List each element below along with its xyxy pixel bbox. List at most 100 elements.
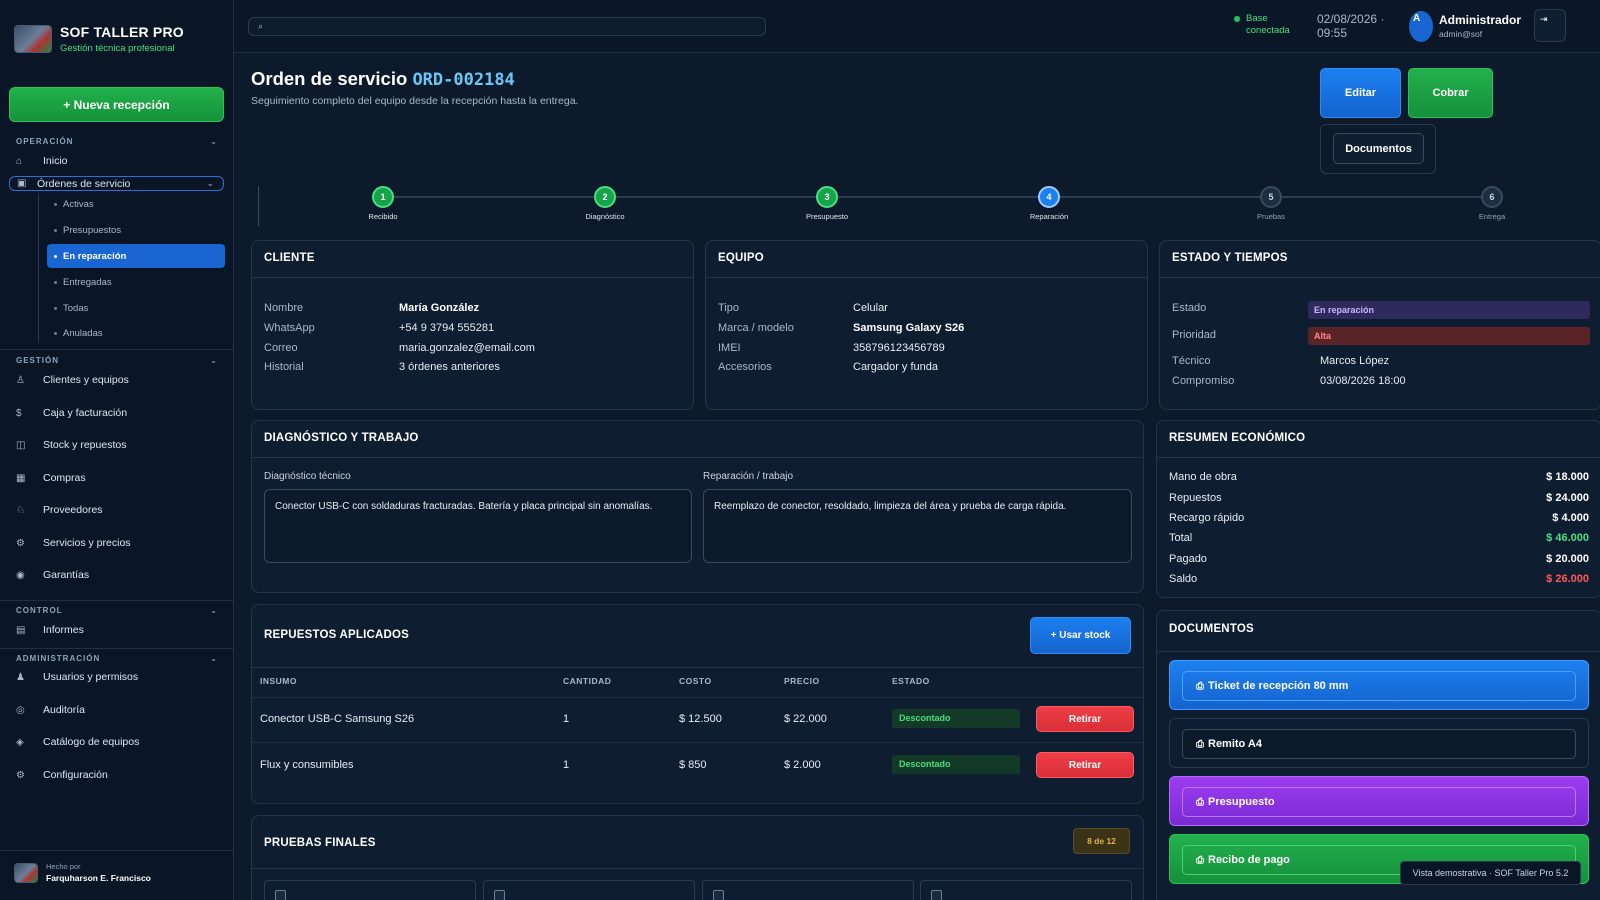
step-reparacion[interactable]: 4 Reparación — [1009, 186, 1089, 221]
dollar-icon: $ — [16, 407, 22, 419]
part-qty: 1 — [563, 759, 570, 771]
checkbox[interactable] — [931, 890, 942, 900]
sidebar-item-auditoria[interactable]: ◎ Auditoría — [16, 700, 224, 720]
edit-button[interactable]: Editar — [1320, 68, 1401, 118]
test-item[interactable] — [702, 880, 914, 900]
step-circle: 3 — [816, 186, 838, 208]
subnav-item-activas[interactable]: Activas — [47, 193, 225, 215]
card-title: REPUESTOS APLICADOS — [264, 629, 410, 641]
parts-card: REPUESTOS APLICADOS — [251, 604, 1144, 804]
step-entrega[interactable]: 6 Entrega — [1452, 186, 1532, 221]
budget-doc-button[interactable]: ⎙ Presupuesto — [1169, 776, 1589, 826]
remove-part-button[interactable]: Retirar — [1036, 752, 1134, 778]
sidebar-item-usuarios[interactable]: ♟ Usuarios y permisos — [16, 667, 224, 687]
subnav-item-anuladas[interactable]: Anuladas — [47, 322, 225, 344]
clipboard-icon: ▣ — [17, 178, 27, 189]
card-divider — [1157, 651, 1600, 652]
diagnostic-textarea[interactable]: Conector USB-C con soldaduras fracturada… — [264, 489, 692, 563]
checkbox[interactable] — [713, 890, 724, 900]
subnav-item-entregadas[interactable]: Entregadas — [47, 271, 225, 293]
step-presupuesto[interactable]: 3 Presupuesto — [787, 186, 867, 221]
user-icon: ♟ — [16, 671, 25, 683]
sidebar-item-label: Órdenes de servicio — [37, 177, 131, 190]
step-label: Reparación — [1029, 212, 1069, 221]
sidebar-item-label: Inicio — [43, 155, 68, 167]
step-circle: 2 — [594, 186, 616, 208]
money-label: Total — [1169, 532, 1193, 544]
progress-stepper: 1 Recibido 2 Diagnóstico 3 Presupuesto 4 Rep… — [258, 186, 1598, 226]
sidebar-item-stock[interactable]: ◫ Stock y repuestos — [16, 435, 224, 455]
remito-button[interactable]: ⎙ Remito A4 — [1169, 718, 1589, 768]
status-dot-icon — [1234, 16, 1240, 22]
section-label: ADMINISTRACIÓN — [16, 654, 101, 663]
test-item[interactable] — [483, 880, 695, 900]
doc-label: Recibo de pago — [1208, 854, 1290, 866]
user-info[interactable]: Administrador admin@sof — [1439, 13, 1521, 39]
step-pruebas[interactable]: 5 Pruebas — [1231, 186, 1311, 221]
subnav-label: En reparación — [63, 250, 127, 262]
sidebar-item-servicios[interactable]: ⚙ Servicios y precios — [16, 533, 224, 553]
sidebar-item-caja[interactable]: $ Caja y facturación — [16, 403, 224, 423]
client-whatsapp[interactable]: +54 9 3794 555281 — [399, 321, 494, 335]
section-operacion[interactable]: OPERACIÓN ⌄ — [16, 137, 218, 146]
total-value: $ 46.000 — [1546, 532, 1589, 544]
sidebar-item-proveedores[interactable]: ♘ Proveedores — [16, 500, 224, 520]
sidebar-item-ordenes[interactable]: ▣ Órdenes de servicio ⌄ — [9, 176, 224, 191]
avatar[interactable]: A — [1409, 11, 1433, 42]
test-item[interactable] — [920, 880, 1132, 900]
remove-part-button[interactable]: Retirar — [1036, 706, 1134, 732]
sidebar-item-label: Informes — [43, 624, 84, 636]
new-reception-button[interactable]: + Nueva recepción — [9, 87, 224, 122]
row-divider — [252, 697, 1143, 698]
sidebar-item-inicio[interactable]: ⌂ Inicio — [16, 151, 224, 171]
subnav-item-todas[interactable]: Todas — [47, 297, 225, 319]
sidebar-item-catalogo[interactable]: ◈ Catálogo de equipos — [16, 732, 224, 752]
kv-label: Prioridad — [1172, 329, 1217, 341]
sidebar-item-clientes[interactable]: ♙ Clientes y equipos — [16, 370, 224, 390]
use-stock-button[interactable]: + Usar stock — [1030, 617, 1131, 654]
doc-label: Remito A4 — [1208, 738, 1262, 750]
kv-label: Marca / modelo — [718, 322, 794, 334]
money-value: $ 18.000 — [1546, 471, 1589, 483]
users-icon: ♙ — [16, 374, 25, 386]
sidebar-item-label: Servicios y precios — [43, 537, 131, 549]
client-name: María González — [399, 302, 480, 314]
part-name: Flux y consumibles — [260, 759, 354, 771]
logout-icon[interactable]: ⇥ — [1534, 9, 1566, 42]
money-label: Saldo — [1169, 573, 1198, 585]
sidebar-item-label: Caja y facturación — [43, 407, 128, 419]
chevron-down-icon: ⌄ — [210, 606, 218, 615]
sidebar-item-label: Clientes y equipos — [43, 374, 129, 386]
subnav-item-presupuestos[interactable]: Presupuestos — [47, 219, 225, 241]
section-control[interactable]: CONTROL ⌄ — [16, 606, 218, 615]
chevron-down-icon: ⌄ — [210, 137, 218, 146]
sidebar-item-compras[interactable]: ▦ Compras — [16, 468, 224, 488]
documents-button[interactable]: Documentos — [1333, 133, 1424, 164]
checkbox[interactable] — [275, 890, 286, 900]
sidebar-item-garantias[interactable]: ◉ Garantías — [16, 565, 224, 585]
subnav-item-en-reparacion[interactable]: En reparación — [47, 244, 225, 268]
brand[interactable]: SOF TALLER PRO Gestión técnica profesion… — [14, 24, 184, 54]
kv-label: Nombre — [264, 302, 304, 314]
status-line: Base — [1246, 13, 1268, 24]
checkbox[interactable] — [494, 890, 505, 900]
pay-button[interactable]: Cobrar — [1408, 68, 1493, 118]
demo-toast: Vista demostrativa · SOF Taller Pro 5.2 — [1400, 861, 1581, 885]
reception-ticket-button[interactable]: ⎙ Ticket de recepción 80 mm — [1169, 660, 1589, 710]
order-code: ORD-002184 — [412, 70, 515, 90]
search-input[interactable]: ⌕ — [248, 17, 766, 36]
work-textarea[interactable]: Reemplazo de conector, resoldado, limpie… — [703, 489, 1132, 563]
step-recibido[interactable]: 1 Recibido — [343, 186, 423, 221]
client-email[interactable]: maria.gonzalez@email.com — [399, 341, 535, 355]
section-gestion[interactable]: GESTIÓN ⌄ — [16, 356, 218, 365]
ordenes-subnav: Activas Presupuestos En reparación Entre… — [38, 193, 225, 344]
client-history[interactable]: 3 órdenes anteriores — [399, 360, 500, 374]
step-diagnostico[interactable]: 2 Diagnóstico — [565, 186, 645, 221]
card-divider — [1160, 277, 1600, 278]
test-item[interactable] — [264, 880, 476, 900]
section-administracion[interactable]: ADMINISTRACIÓN ⌄ — [16, 654, 218, 663]
sidebar-item-informes[interactable]: ▤ Informes — [16, 620, 224, 640]
diamond-icon: ◈ — [16, 736, 24, 748]
sidebar-item-configuracion[interactable]: ⚙ Configuración — [16, 765, 224, 785]
kv-label: Correo — [264, 342, 298, 354]
